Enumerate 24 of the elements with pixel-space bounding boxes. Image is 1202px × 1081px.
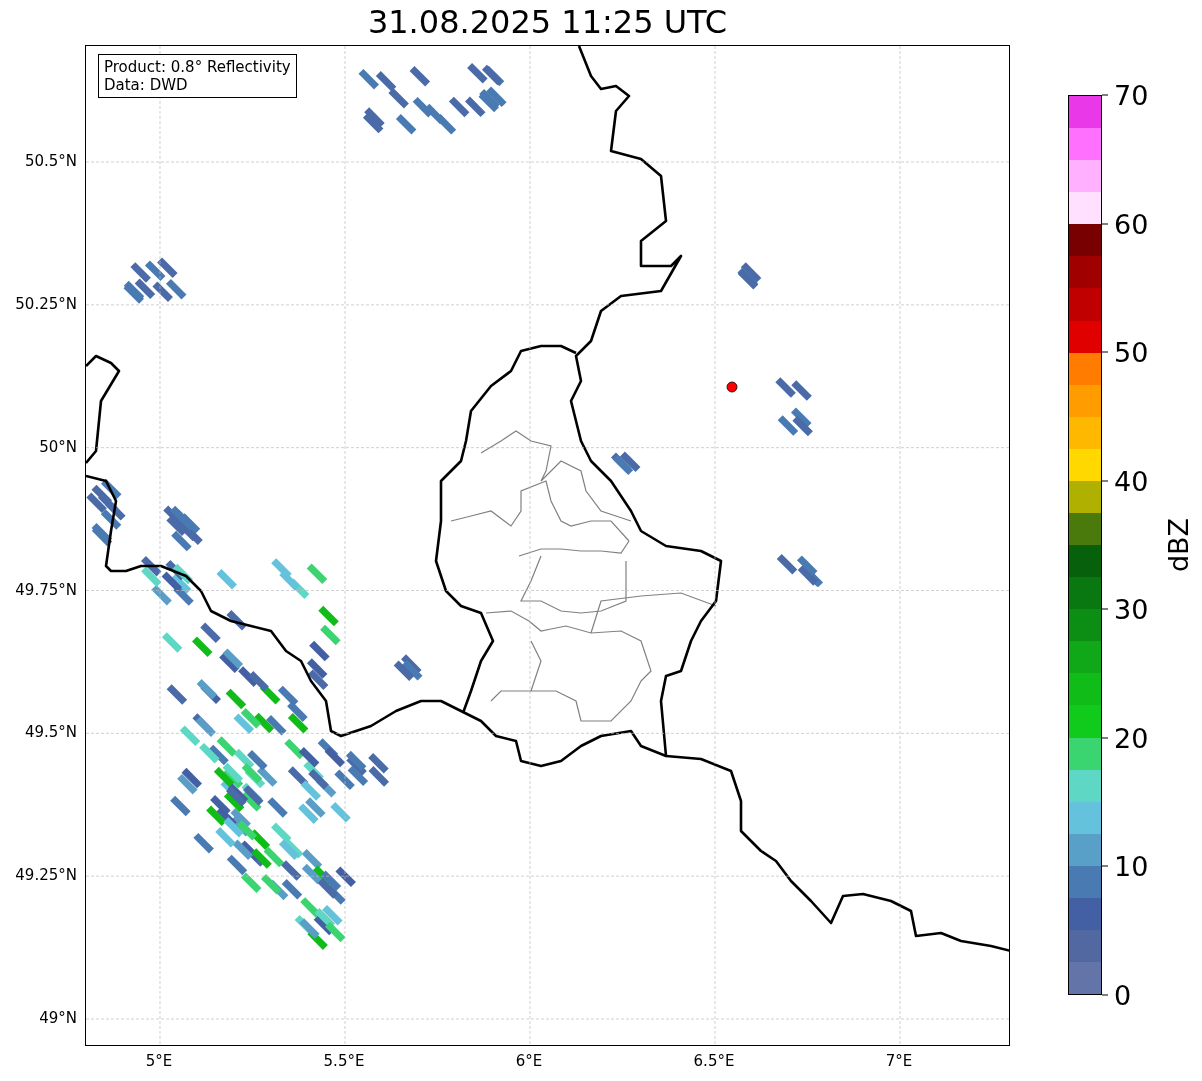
longitude-tick-label: 5.5°E	[323, 1052, 365, 1070]
colorbar-tick-label: 20	[1114, 722, 1149, 754]
latitude-tick-label: 49.5°N	[24, 723, 77, 742]
colorbar-tick-label: 0	[1114, 979, 1132, 1011]
colorbar-tick-label: 10	[1114, 850, 1149, 882]
latitude-tick-label: 49.75°N	[15, 580, 77, 599]
latitude-tick-label: 49°N	[39, 1009, 77, 1027]
longitude-tick-label: 6.5°E	[693, 1052, 735, 1070]
info-text: Data: DWD	[104, 76, 189, 94]
longitude-tick-label: 6°E	[515, 1052, 543, 1070]
plot-title: 31.08.2025 11:25 UTC	[366, 2, 729, 43]
longitude-tick-label: 5°E	[145, 1052, 173, 1070]
longitude-tick-label: 7°E	[885, 1052, 913, 1070]
colorbar-tick-label: 30	[1114, 593, 1149, 625]
latitude-tick-label: 50.5°N	[24, 152, 77, 170]
colorbar-tick-label: 60	[1114, 208, 1149, 240]
colorbar-tick-label: 40	[1114, 465, 1149, 497]
latitude-tick-label: 50.25°N	[15, 294, 77, 313]
latitude-tick-label: 50°N	[39, 437, 77, 456]
colorbar-tick-label: 70	[1114, 79, 1149, 111]
colorbar-label: dBZ	[1162, 517, 1194, 573]
colorbar-tick-label: 50	[1114, 336, 1149, 368]
info-text: Product: 0.8° Reflectivity	[104, 58, 291, 76]
latitude-tick-label: 49.25°N	[15, 866, 77, 885]
